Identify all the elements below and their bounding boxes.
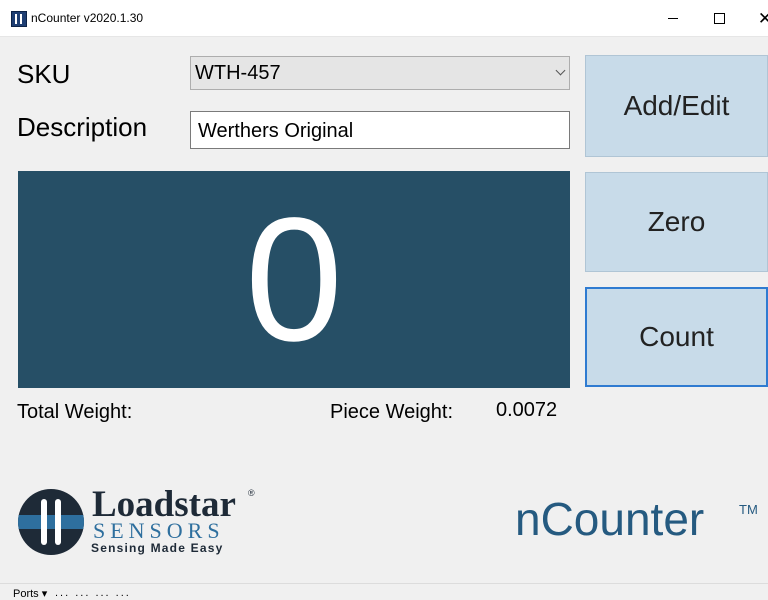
app-icon — [11, 11, 27, 27]
loadstar-logo: Loadstar ® SENSORS Sensing Made Easy — [18, 486, 268, 558]
sku-label: SKU — [17, 59, 71, 89]
product-brand: nCounter — [515, 493, 705, 545]
title-bar: nCounter v2020.1.30 ✕ — [0, 0, 768, 37]
status-bar: Ports ▾ ... ... ... ... — [0, 583, 768, 600]
count-button[interactable]: Count — [585, 287, 768, 387]
description-value: Werthers Original — [198, 120, 354, 142]
close-icon: ✕ — [757, 8, 768, 28]
count-value: 0 — [245, 181, 343, 378]
maximize-button[interactable] — [696, 0, 742, 36]
description-label: Description — [17, 112, 148, 142]
total-weight-label: Total Weight: — [17, 401, 133, 423]
trademark-mark: TM — [739, 502, 758, 517]
logo-emblem — [18, 489, 84, 555]
piece-weight-label: Piece Weight: — [330, 401, 454, 423]
minimize-button[interactable] — [650, 0, 696, 36]
logo-sensors: SENSORS — [93, 518, 225, 543]
status-items: ... ... ... ... — [55, 587, 131, 599]
zero-button[interactable]: Zero — [585, 172, 768, 272]
description-field[interactable]: Werthers Original — [190, 111, 570, 149]
maximize-icon — [713, 12, 725, 24]
add-edit-button[interactable]: Add/Edit — [585, 55, 768, 157]
chevron-down-icon — [555, 65, 566, 76]
sku-dropdown[interactable]: WTH-457 — [190, 56, 570, 90]
piece-weight-value: 0.0072 — [496, 399, 558, 421]
minimize-icon — [668, 17, 678, 19]
logo-tagline: Sensing Made Easy — [91, 541, 224, 555]
sku-selected-value: WTH-457 — [195, 62, 281, 84]
close-button[interactable]: ✕ — [742, 0, 768, 36]
window-title: nCounter v2020.1.30 — [31, 11, 144, 25]
count-display-panel: 0 — [18, 171, 570, 388]
ports-menu[interactable]: Ports ▾ — [13, 587, 47, 600]
registered-mark: ® — [248, 488, 255, 498]
